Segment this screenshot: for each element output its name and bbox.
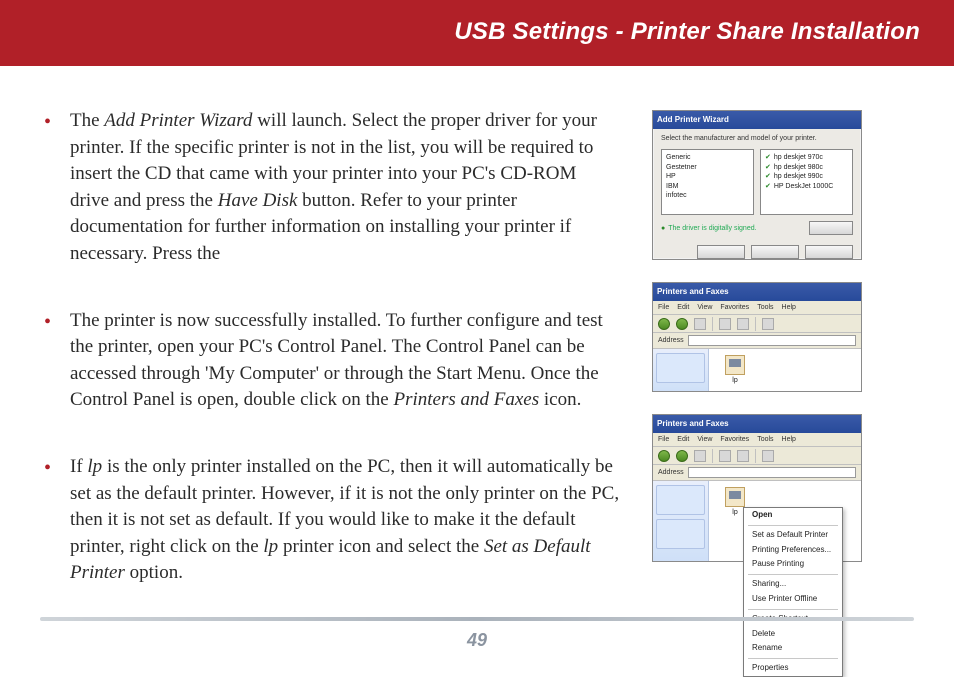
emphasis: Add Printer Wizard (104, 110, 252, 131)
folders-icon (737, 318, 749, 330)
emphasis: lp (87, 456, 102, 477)
wizard-back-button (697, 245, 745, 259)
menu-favorites: Favorites (720, 436, 749, 443)
task-pane (653, 481, 709, 561)
views-icon (762, 450, 774, 462)
printer-icon (725, 355, 745, 375)
text: The (70, 110, 104, 131)
emphasis: Have Disk (218, 190, 298, 211)
ctx-pause: Pause Printing (744, 557, 842, 572)
menu-view: View (697, 436, 712, 443)
address-bar: Address (653, 333, 861, 349)
printer-label: lp (732, 509, 737, 516)
menu-file: File (658, 304, 669, 311)
titlebar: Add Printer Wizard (653, 111, 861, 129)
views-icon (762, 318, 774, 330)
menu-edit: Edit (677, 304, 689, 311)
printer-icon (725, 487, 745, 507)
menu-tools: Tools (757, 436, 773, 443)
titlebar: Printers and Faxes (653, 415, 861, 433)
printer-label: lp (732, 377, 737, 384)
printer-lp-icon: lp (715, 355, 755, 384)
manual-page: USB Settings - Printer Share Installatio… (0, 0, 954, 661)
content-area: The Add Printer Wizard will launch. Sele… (40, 108, 920, 587)
signed-driver-hint: The driver is digitally signed. (661, 225, 757, 232)
screenshot-context-menu: Printers and Faxes File Edit View Favori… (652, 414, 862, 562)
folder-view: lp (709, 349, 861, 391)
task-pane (653, 349, 709, 391)
bullet-1: The Add Printer Wizard will launch. Sele… (40, 108, 620, 268)
wizard-next-button (751, 245, 799, 259)
menu-help: Help (782, 436, 796, 443)
toolbar (653, 447, 861, 465)
screenshot-column: Add Printer Wizard Select the manufactur… (652, 108, 882, 587)
ctx-properties: Properties (744, 661, 842, 676)
address-label: Address (658, 337, 684, 344)
menu-file: File (658, 436, 669, 443)
back-icon (658, 450, 670, 462)
bullet-3: If lp is the only printer installed on t… (40, 454, 620, 587)
ctx-open: Open (744, 508, 842, 523)
manufacturer-list: GenericGestetnerHPIBMinfotec (661, 149, 754, 215)
screenshot-add-printer-wizard: Add Printer Wizard Select the manufactur… (652, 110, 862, 260)
back-icon (658, 318, 670, 330)
emphasis: Printers and Faxes (393, 389, 539, 410)
wizard-instructions: Select the manufacturer and model of you… (661, 135, 853, 143)
window-title: Printers and Faxes (657, 288, 729, 296)
toolbar (653, 315, 861, 333)
context-menu: Open Set as Default Printer Printing Pre… (743, 507, 843, 677)
folders-icon (737, 450, 749, 462)
ctx-set-default: Set as Default Printer (744, 528, 842, 543)
text-column: The Add Printer Wizard will launch. Sele… (40, 108, 620, 587)
text: option. (125, 562, 183, 583)
up-icon (694, 450, 706, 462)
screenshot-printers-and-faxes: Printers and Faxes File Edit View Favori… (652, 282, 862, 392)
folder-view: lp Open Set as Default Printer Printing … (709, 481, 861, 561)
forward-icon (676, 318, 688, 330)
menubar: File Edit View Favorites Tools Help (653, 433, 861, 447)
forward-icon (676, 450, 688, 462)
menubar: File Edit View Favorites Tools Help (653, 301, 861, 315)
footer-rule (40, 617, 914, 621)
text: icon. (539, 389, 581, 410)
page-number: 49 (0, 631, 954, 649)
titlebar: Printers and Faxes (653, 283, 861, 301)
ctx-printing-prefs: Printing Preferences... (744, 543, 842, 558)
ctx-sharing: Sharing... (744, 577, 842, 592)
printer-list: hp deskjet 970chp deskjet 980chp deskjet… (760, 149, 853, 215)
menu-edit: Edit (677, 436, 689, 443)
search-icon (719, 318, 731, 330)
search-icon (719, 450, 731, 462)
window-title: Add Printer Wizard (657, 116, 729, 124)
text: printer icon and select the (278, 536, 484, 557)
page-title: USB Settings - Printer Share Installatio… (454, 18, 920, 46)
menu-tools: Tools (757, 304, 773, 311)
menu-help: Help (782, 304, 796, 311)
address-field (688, 335, 856, 346)
text: If (70, 456, 87, 477)
emphasis: lp (263, 536, 278, 557)
window-title: Printers and Faxes (657, 420, 729, 428)
wizard-cancel-button (805, 245, 853, 259)
ctx-offline: Use Printer Offline (744, 592, 842, 607)
bullet-2: The printer is now successfully installe… (40, 308, 620, 414)
menu-view: View (697, 304, 712, 311)
address-bar: Address (653, 465, 861, 481)
menu-favorites: Favorites (720, 304, 749, 311)
address-label: Address (658, 469, 684, 476)
have-disk-button (809, 221, 853, 235)
address-field (688, 467, 856, 478)
up-icon (694, 318, 706, 330)
